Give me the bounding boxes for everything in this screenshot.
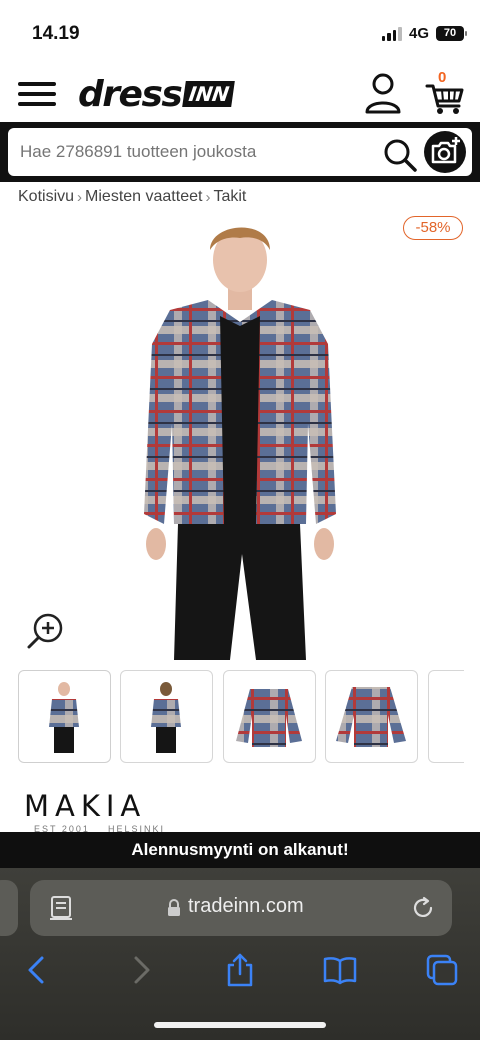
reload-icon[interactable] <box>410 895 436 921</box>
browser-toolbar: tradeinn.com <box>0 868 480 1040</box>
home-indicator <box>154 1022 326 1028</box>
user-icon <box>365 73 401 114</box>
site-logo[interactable]: dress INN <box>78 72 236 116</box>
thumbnail-strip <box>18 670 464 764</box>
bookmarks-button[interactable] <box>322 952 358 988</box>
zoom-button[interactable] <box>26 612 64 650</box>
product-page: 14.19 4G 70 dress INN 0 Hae 2786891 tuot… <box>0 0 480 1040</box>
logo-box-text: INN <box>182 81 236 107</box>
cart-icon <box>425 84 464 114</box>
thumbnail-jacket-back[interactable] <box>325 670 418 763</box>
back-button[interactable] <box>20 952 56 988</box>
discount-badge: -58% <box>403 216 463 240</box>
book-icon <box>323 957 357 985</box>
chevron-left-icon <box>28 956 44 984</box>
status-bar: 14.19 4G 70 <box>0 0 480 66</box>
forward-button[interactable] <box>122 952 158 988</box>
network-label: 4G <box>408 25 429 42</box>
sale-banner[interactable]: Alennusmyynti on alkanut! <box>0 832 480 868</box>
url-text: tradeinn.com <box>188 895 304 917</box>
share-button[interactable] <box>222 952 258 988</box>
logo-text: dress <box>78 73 183 115</box>
previous-tab-peek[interactable] <box>0 880 18 936</box>
search-bar <box>0 122 480 182</box>
breadcrumb: Kotisivu › Miesten vaatteet › Takit <box>18 186 246 208</box>
breadcrumb-jackets[interactable]: Takit <box>213 188 246 206</box>
camera-plus-icon <box>431 137 460 164</box>
breadcrumb-home[interactable]: Kotisivu <box>18 188 74 206</box>
share-icon <box>227 953 253 987</box>
thumbnail-model-back[interactable] <box>120 670 213 763</box>
signal-icon <box>381 26 402 41</box>
reader-mode-icon[interactable] <box>50 895 74 921</box>
address-bar[interactable]: tradeinn.com <box>30 880 452 936</box>
site-header: dress INN 0 <box>0 66 480 122</box>
search-input[interactable] <box>20 128 370 176</box>
search-icon[interactable] <box>382 137 418 173</box>
tabs-icon <box>426 954 458 986</box>
battery-icon: 70 <box>436 26 467 41</box>
status-time: 14.19 <box>32 23 80 44</box>
search-box <box>8 128 472 176</box>
visual-search-button[interactable] <box>424 131 466 173</box>
brand-logo[interactable]: MAKIA EST 2001 HELSINKI <box>24 790 224 834</box>
thumbnail-model-front[interactable] <box>18 670 111 763</box>
product-main-image[interactable] <box>60 214 420 660</box>
account-button[interactable] <box>364 72 402 114</box>
chevron-right-icon: › <box>205 188 211 206</box>
breadcrumb-mens-clothing[interactable]: Miesten vaatteet <box>85 188 202 206</box>
chevron-right-icon <box>134 956 150 984</box>
status-indicators: 4G 70 <box>381 25 467 42</box>
tabs-button[interactable] <box>424 952 460 988</box>
lock-icon <box>168 899 180 916</box>
zoom-in-icon <box>27 613 63 649</box>
brand-name: MAKIA <box>24 790 147 823</box>
chevron-right-icon: › <box>77 188 83 206</box>
thumbnail-jacket-front[interactable] <box>223 670 316 763</box>
cart-button[interactable]: 0 <box>424 69 466 116</box>
menu-button[interactable] <box>18 79 58 109</box>
thumbnail-more[interactable] <box>428 670 464 763</box>
